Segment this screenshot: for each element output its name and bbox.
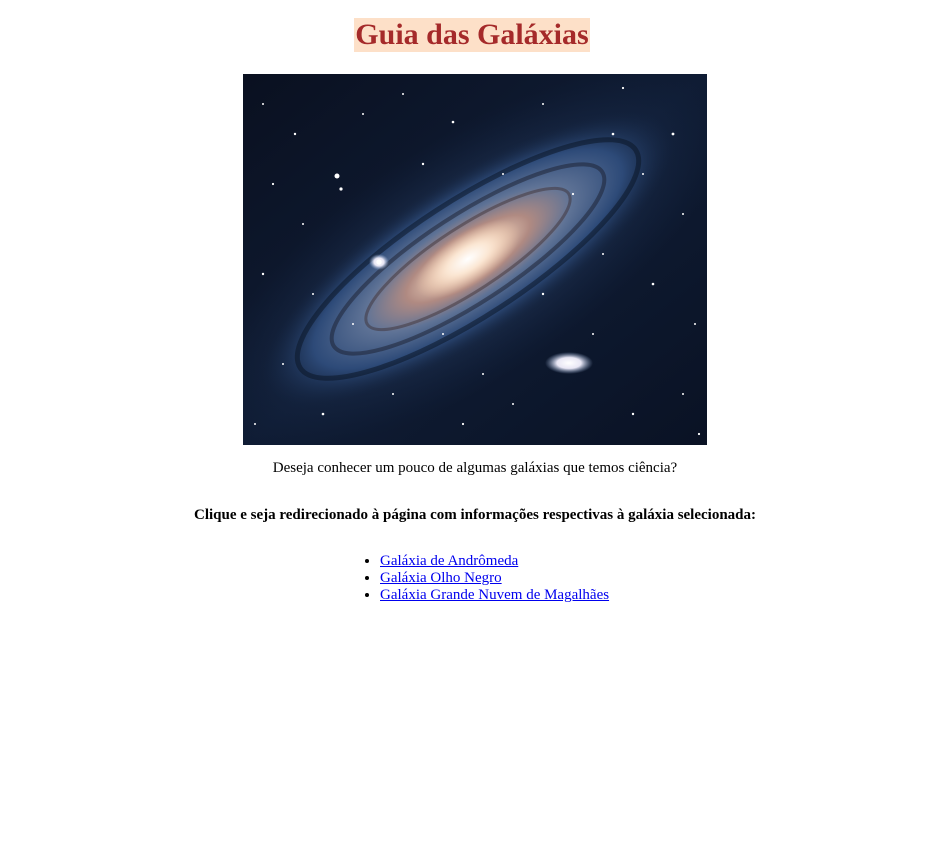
galaxy-image — [243, 74, 707, 445]
link-large-magellanic-cloud[interactable]: Galáxia Grande Nuvem de Magalhães — [380, 587, 609, 603]
link-black-eye[interactable]: Galáxia Olho Negro — [380, 570, 502, 586]
intro-question: Deseja conhecer um pouco de algumas galá… — [272, 460, 678, 476]
list-item: Galáxia Grande Nuvem de Magalhães — [380, 587, 609, 604]
page-title: Guia das Galáxias — [354, 18, 590, 52]
list-item: Galáxia Olho Negro — [380, 570, 609, 587]
instruction-text: Clique e seja redirecionado à página com… — [193, 507, 757, 523]
page: Guia das Galáxias Deseja conhecer um pou… — [0, 0, 944, 862]
galaxy-link-list: Galáxia de Andrômeda Galáxia Olho Negro … — [362, 553, 609, 604]
link-andromeda[interactable]: Galáxia de Andrômeda — [380, 553, 518, 569]
list-item: Galáxia de Andrômeda — [380, 553, 609, 570]
title-container: Guia das Galáxias — [0, 18, 944, 52]
